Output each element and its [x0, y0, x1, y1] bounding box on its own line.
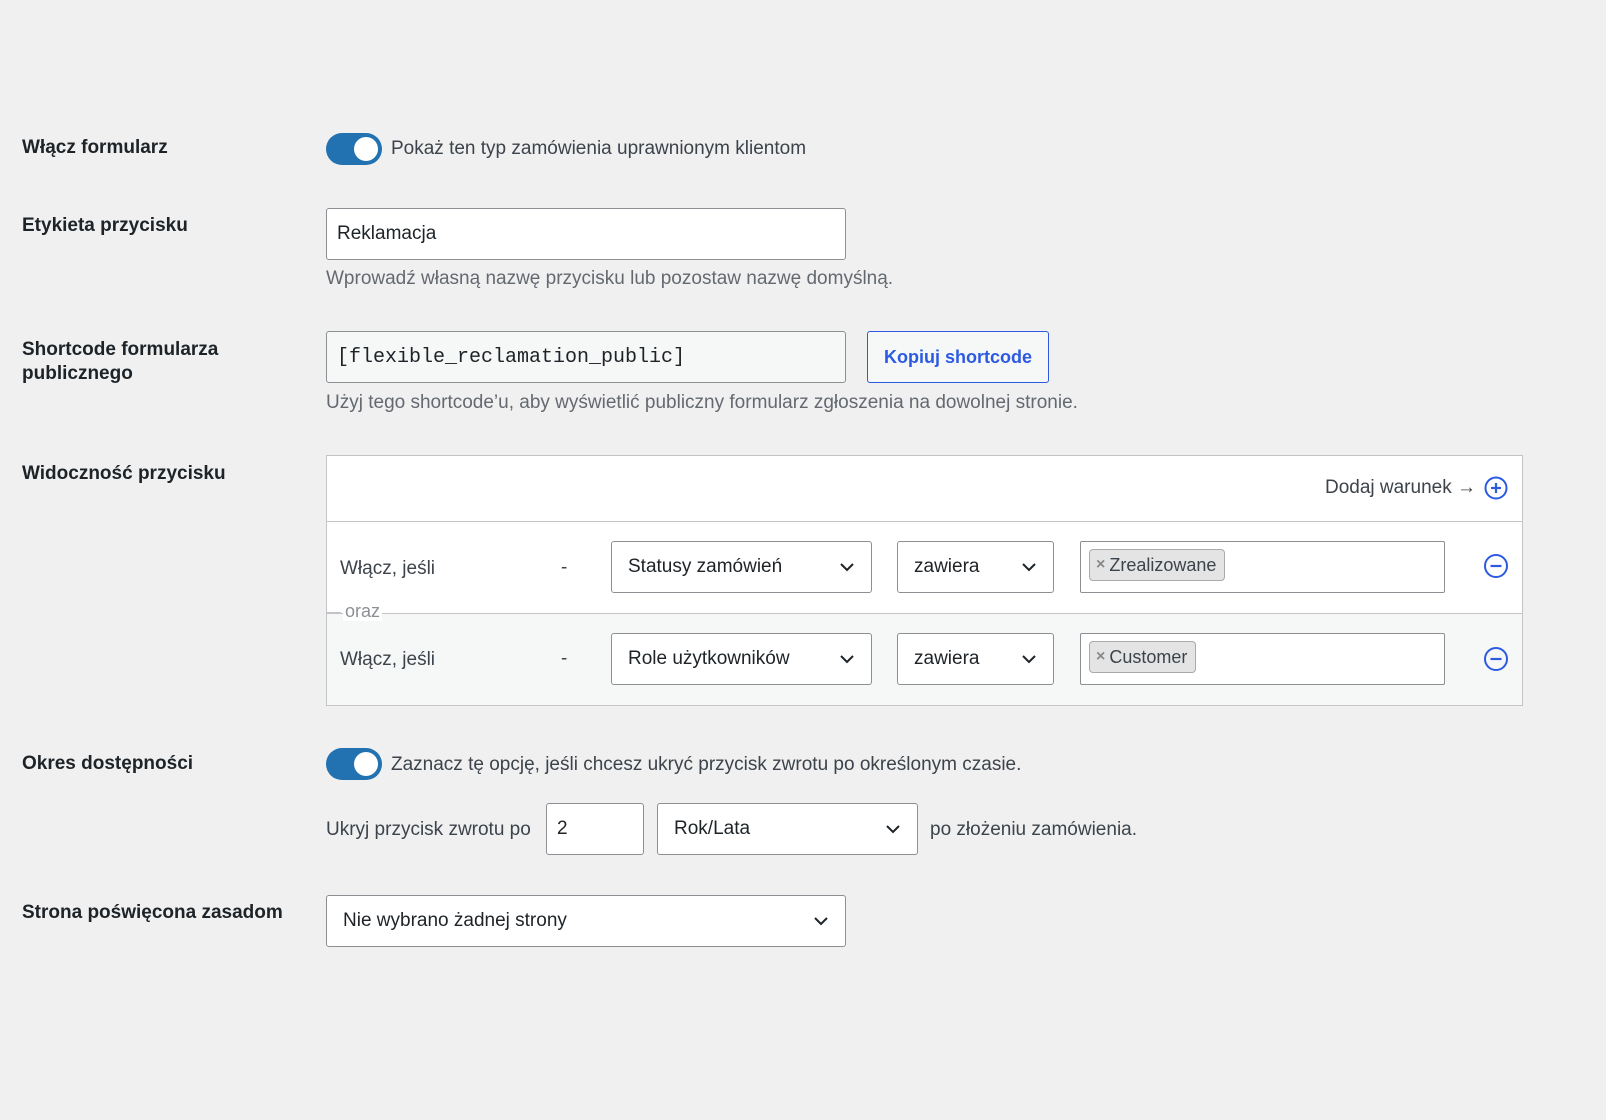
- joiner-line: [327, 612, 341, 613]
- shortcode-label: Shortcode formularza publicznego: [22, 339, 219, 384]
- policy-page-value: Nie wybrano żadnej strony: [343, 910, 567, 931]
- chevron-down-icon: [840, 655, 854, 664]
- selected-tag: × Customer: [1089, 641, 1197, 673]
- remove-condition-icon[interactable]: [1483, 646, 1509, 672]
- condition-operator-select[interactable]: zawiera: [897, 541, 1054, 593]
- visibility-label: Widoczność przycisku: [22, 463, 226, 484]
- selected-tag-label: Zrealizowane: [1109, 554, 1217, 575]
- shortcode-field[interactable]: [flexible_reclamation_public]: [326, 331, 846, 383]
- conditions-header: Dodaj warunek →: [327, 456, 1522, 522]
- selected-tag-label: Customer: [1109, 646, 1188, 667]
- add-condition-button[interactable]: Dodaj warunek →: [1325, 476, 1508, 500]
- condition-dash: -: [561, 648, 568, 669]
- remove-tag-icon[interactable]: ×: [1096, 648, 1105, 666]
- condition-prefix: Włącz, jeśli: [340, 649, 436, 670]
- condition-value-multiselect[interactable]: × Customer: [1080, 633, 1445, 685]
- button-label-input[interactable]: Reklamacja: [326, 208, 846, 260]
- chevron-down-icon: [1022, 563, 1036, 572]
- condition-row: Włącz, jeśli - Statusy zamówień zawiera …: [327, 522, 1522, 614]
- remove-condition-icon[interactable]: [1483, 553, 1509, 579]
- availability-toggle[interactable]: [326, 748, 382, 780]
- condition-dash: -: [561, 557, 568, 578]
- remove-tag-icon[interactable]: ×: [1096, 556, 1105, 574]
- copy-shortcode-button[interactable]: Kopiuj shortcode: [867, 331, 1049, 383]
- chevron-down-icon: [814, 917, 828, 926]
- selected-tag: × Zrealizowane: [1089, 549, 1226, 581]
- conditions-panel: Dodaj warunek → Włącz, jeśli - Statusy z…: [326, 455, 1523, 706]
- availability-label: Okres dostępności: [22, 753, 194, 774]
- enable-form-label: Włącz formularz: [22, 137, 168, 158]
- policy-page-label: Strona poświęcona zasadom: [22, 902, 283, 923]
- condition-field-value: Statusy zamówień: [628, 556, 783, 577]
- condition-field-value: Role użytkowników: [628, 648, 790, 669]
- add-condition-label: Dodaj warunek →: [1324, 477, 1476, 498]
- button-label-label: Etykieta przycisku: [22, 215, 188, 236]
- condition-value-multiselect[interactable]: × Zrealizowane: [1080, 541, 1445, 593]
- condition-operator-select[interactable]: zawiera: [897, 633, 1054, 685]
- condition-field-select[interactable]: Statusy zamówień: [611, 541, 872, 593]
- condition-operator-value: zawiera: [914, 648, 980, 669]
- enable-form-toggle[interactable]: [326, 133, 382, 165]
- plus-circle-icon: [1484, 476, 1508, 500]
- settings-page: Włącz formularz Pokaż ten typ zamówienia…: [0, 0, 1606, 1120]
- shortcode-help: Użyj tego shortcode’u, aby wyświetlić pu…: [326, 392, 1078, 413]
- button-label-help: Wprowadź własną nazwę przycisku lub pozo…: [326, 268, 894, 289]
- condition-joiner: oraz: [343, 601, 383, 621]
- chevron-down-icon: [886, 825, 900, 834]
- condition-row: Włącz, jeśli - Role użytkowników zawiera…: [327, 614, 1522, 705]
- condition-prefix: Włącz, jeśli: [340, 558, 436, 579]
- condition-operator-value: zawiera: [914, 556, 980, 577]
- hide-after-unit-select[interactable]: Rok/Lata: [657, 803, 918, 855]
- chevron-down-icon: [1022, 655, 1036, 664]
- hide-after-amount-input[interactable]: 2: [546, 803, 644, 855]
- availability-description: Zaznacz tę opcję, jeśli chcesz ukryć prz…: [391, 754, 1022, 775]
- enable-form-description: Pokaż ten typ zamówienia uprawnionym kli…: [391, 138, 807, 159]
- condition-field-select[interactable]: Role użytkowników: [611, 633, 872, 685]
- hide-after-unit-value: Rok/Lata: [674, 818, 751, 839]
- chevron-down-icon: [840, 563, 854, 572]
- policy-page-select[interactable]: Nie wybrano żadnej strony: [326, 895, 846, 947]
- hide-after-suffix: po złożeniu zamówienia.: [930, 819, 1138, 840]
- hide-after-prefix: Ukryj przycisk zwrotu po: [326, 819, 531, 840]
